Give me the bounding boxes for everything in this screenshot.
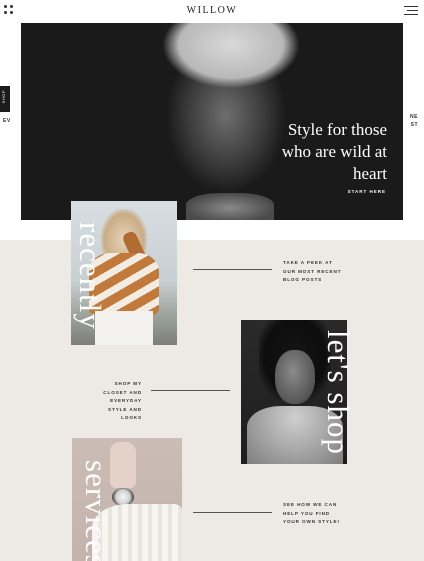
hero-title: Style for those who are wild at heart [247,119,387,185]
divider-line [151,390,230,391]
recently-blurb: TAKE A PEEK AT OUR MOST RECENT BLOG POST… [283,259,341,285]
blurb-line: SEE HOW WE CAN [283,502,338,507]
blurb-line: CLOSET AND [103,389,142,395]
blurb-line: EVERYDAY [110,398,142,403]
lets-shop-script-title[interactable]: let's shop [320,330,356,455]
blurb-line: YOUR OWN STYLE! [283,519,340,524]
hero-title-line: who are wild at [281,142,387,161]
hero-title-line: heart [353,164,387,183]
lets-shop-blurb: SHOP MY CLOSET AND EVERYDAY STYLE AND LO… [102,380,142,423]
services-blurb: SEE HOW WE CAN HELP YOU FIND YOUR OWN ST… [283,501,340,527]
divider-line [193,269,272,270]
site-logo[interactable]: WILLOW [0,5,424,16]
services-script-title[interactable]: services [78,460,114,561]
hamburger-menu-icon[interactable] [404,6,418,15]
blurb-line: STYLE AND [108,406,142,412]
hero-photo-detail [186,193,274,220]
divider-line [193,512,272,513]
blurb-line: BLOG POSTS [283,277,323,282]
recently-script-title[interactable]: recently [72,222,108,330]
hero-banner: Style for those who are wild at heart ST… [21,23,403,220]
blurb-line: TAKE A PEEK AT [283,260,333,265]
side-shop-tab[interactable]: SHOP [0,86,10,112]
hero-title-line: Style for those [287,120,387,139]
blurb-line: LOOKS [121,415,142,420]
side-shop-tab-label: SHOP [1,90,6,104]
side-label-right: NE [410,114,418,120]
blurb-line: OUR MOST RECENT [283,268,342,274]
photo-shape [275,350,315,404]
side-label-left: EV [3,118,11,124]
start-here-link[interactable]: START HERE [348,189,386,194]
side-label-right-2: ST [410,122,418,128]
blurb-line: SHOP MY [114,381,142,386]
blurb-line: HELP YOU FIND [283,510,331,516]
